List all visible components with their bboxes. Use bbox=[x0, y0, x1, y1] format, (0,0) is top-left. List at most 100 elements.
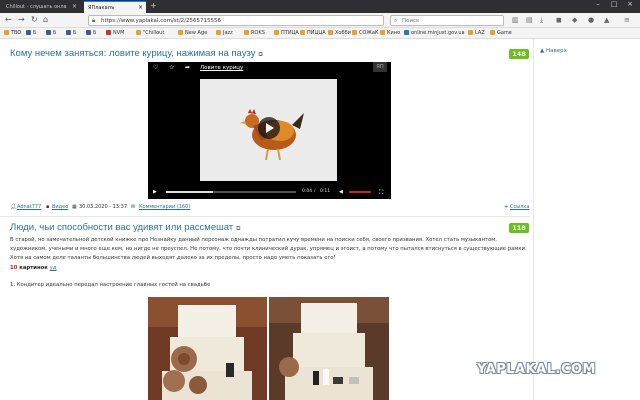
extension-icon[interactable]: ▲ bbox=[604, 16, 609, 24]
url-bar[interactable]: 🔒︎ https://www.yaplakal.com/st/2/2565715… bbox=[88, 15, 384, 26]
folder-icon bbox=[244, 30, 249, 35]
extension-icon[interactable]: ● bbox=[588, 16, 594, 24]
image-count: 10 картинок уд bbox=[10, 265, 57, 271]
bookmark-item[interactable]: ROKS bbox=[244, 30, 265, 36]
author-link[interactable]: Adnat777 bbox=[17, 204, 41, 210]
reload-icon[interactable]: ↻ bbox=[31, 15, 38, 24]
site-icon bbox=[26, 30, 31, 35]
video-title[interactable]: Ловите курицу bbox=[200, 65, 243, 71]
tab-label: ЯПлакалъ bbox=[88, 5, 115, 11]
folder-icon bbox=[490, 30, 495, 35]
category-link[interactable]: Видео bbox=[52, 204, 68, 210]
bookmark-item[interactable]: NVM bbox=[106, 30, 124, 36]
cake-photo[interactable] bbox=[148, 297, 267, 400]
search-input[interactable] bbox=[402, 18, 502, 24]
count-link[interactable]: уд bbox=[50, 265, 57, 271]
home-icon[interactable]: ⌂ bbox=[43, 15, 48, 24]
star-icon[interactable]: ☆ bbox=[169, 64, 174, 71]
play-icon[interactable] bbox=[258, 117, 280, 139]
time-current: 0:04 bbox=[302, 189, 313, 194]
bookmark-item[interactable]: TBO bbox=[4, 30, 21, 36]
maximize-icon[interactable]: □ bbox=[606, 0, 622, 8]
user-icon: 👤︎ bbox=[10, 204, 17, 210]
scroll-top-link[interactable]: ▲ Наверх bbox=[540, 48, 567, 54]
external-link-icon[interactable]: ⧉ bbox=[258, 52, 262, 58]
menu-icon[interactable]: ≡ bbox=[624, 16, 630, 24]
post-date: 30.03.2020 - 13:37 bbox=[79, 204, 128, 210]
comment-icon: ✉ bbox=[131, 204, 136, 210]
bookmark-item[interactable]: online.minjust.gov.ua bbox=[404, 30, 465, 36]
folder-icon bbox=[216, 30, 221, 35]
bookmark-item[interactable]: Game bbox=[490, 30, 512, 36]
item-caption: 1. Кондитер идеально передал настроение … bbox=[10, 282, 211, 288]
comments-link[interactable]: Комментарии (160) bbox=[139, 204, 190, 210]
bookmark-item[interactable]: СОЖаК bbox=[352, 30, 378, 36]
new-tab-icon[interactable]: + bbox=[150, 1, 157, 10]
heart-icon[interactable]: ♡ bbox=[153, 64, 158, 71]
folder-icon bbox=[178, 30, 183, 35]
cake-photo[interactable] bbox=[269, 297, 389, 400]
site-icon bbox=[86, 30, 91, 35]
folder-icon bbox=[274, 30, 279, 35]
extension-icon[interactable]: ◼ bbox=[556, 16, 562, 24]
bookmark-item[interactable]: ПТИЦА bbox=[274, 30, 299, 36]
video-progress[interactable] bbox=[166, 191, 296, 193]
site-icon bbox=[404, 30, 409, 35]
progress-fill bbox=[166, 191, 213, 193]
bookmark-item[interactable]: Б bbox=[86, 30, 96, 36]
video-header: ♡ ☆ ➦ Ловите курицу ЯП bbox=[148, 62, 391, 74]
play-small-icon[interactable]: ▶ bbox=[153, 189, 157, 195]
post-title[interactable]: Кому нечем заняться: ловите курицу, нажи… bbox=[10, 48, 263, 59]
bookmark-item[interactable]: New Age bbox=[178, 30, 207, 36]
external-link-icon[interactable]: ⧉ bbox=[236, 226, 240, 232]
close-icon[interactable]: × bbox=[72, 3, 77, 10]
bookmark-item[interactable]: Б bbox=[26, 30, 36, 36]
rating-badge: 148 bbox=[509, 49, 529, 59]
fullscreen-icon[interactable]: ⛶ bbox=[379, 189, 383, 197]
tab-label: Chillout - слушать онла bbox=[6, 4, 67, 10]
folder-icon bbox=[300, 30, 305, 35]
search-box[interactable]: ⌕ bbox=[390, 15, 504, 26]
back-icon[interactable]: ← bbox=[5, 15, 12, 24]
folder-icon bbox=[380, 30, 385, 35]
divider bbox=[0, 216, 530, 217]
bookmark-item[interactable]: Б bbox=[46, 30, 56, 36]
post-body: В старой, но замечательной детской книжк… bbox=[10, 237, 527, 261]
time-total: 0:11 bbox=[320, 189, 331, 194]
library-icon[interactable]: ▥ bbox=[512, 16, 519, 24]
permalink[interactable]: Ссылка bbox=[510, 204, 529, 210]
folder-icon bbox=[468, 30, 473, 35]
bookmark-item[interactable]: Jazz bbox=[216, 30, 233, 36]
download-icon[interactable]: ⤓ bbox=[540, 16, 543, 25]
close-icon[interactable]: × bbox=[138, 4, 143, 11]
video-player[interactable]: ♡ ☆ ➦ Ловите курицу ЯП ▶ 0:04 / 0:11 ◀ ⛶ bbox=[148, 62, 391, 199]
bookmark-item[interactable]: LAZ bbox=[468, 30, 485, 36]
share-icon[interactable]: ➦ bbox=[185, 64, 190, 71]
navigation-bar: ← → ↻ ⌂ 🔒︎ https://www.yaplakal.com/st/2… bbox=[0, 13, 640, 28]
calendar-icon: ▦ bbox=[72, 204, 77, 210]
bookmark-item[interactable]: "Chillout bbox=[136, 30, 164, 36]
rating-badge: 118 bbox=[509, 223, 529, 233]
bookmark-item[interactable]: Кино bbox=[380, 30, 400, 36]
tab-yaplakal[interactable]: ЯПлакалъ × bbox=[84, 1, 146, 13]
video-controls: ▶ 0:04 / 0:11 ◀ ⛶ bbox=[148, 186, 391, 199]
post-title[interactable]: Люди, чьи способности вас удивят или рас… bbox=[10, 222, 240, 233]
time-separator: / bbox=[314, 189, 316, 194]
bookmarks-bar: TBO Б Б Б Б NVM "Chillout New Age Jazz R… bbox=[0, 28, 640, 39]
extension-icon[interactable]: ◆ bbox=[572, 16, 577, 24]
volume-icon[interactable]: ◀ bbox=[339, 189, 343, 195]
cake-image bbox=[148, 297, 267, 400]
channel-logo: ЯП bbox=[373, 62, 387, 72]
sidebar-icon[interactable]: ▤ bbox=[526, 16, 533, 24]
close-window-icon[interactable]: × bbox=[622, 0, 638, 8]
forward-icon[interactable]: → bbox=[18, 15, 25, 24]
bookmark-item[interactable]: Хобби bbox=[328, 30, 351, 36]
folder-icon bbox=[136, 30, 141, 35]
volume-slider[interactable] bbox=[349, 191, 371, 193]
bookmark-item[interactable]: Б bbox=[66, 30, 76, 36]
site-icon bbox=[46, 30, 51, 35]
tab-chillout[interactable]: Chillout - слушать онла × bbox=[2, 1, 80, 13]
minimize-icon[interactable]: – bbox=[590, 0, 606, 8]
site-icon bbox=[66, 30, 71, 35]
bookmark-item[interactable]: ПИЦЦА bbox=[300, 30, 326, 36]
